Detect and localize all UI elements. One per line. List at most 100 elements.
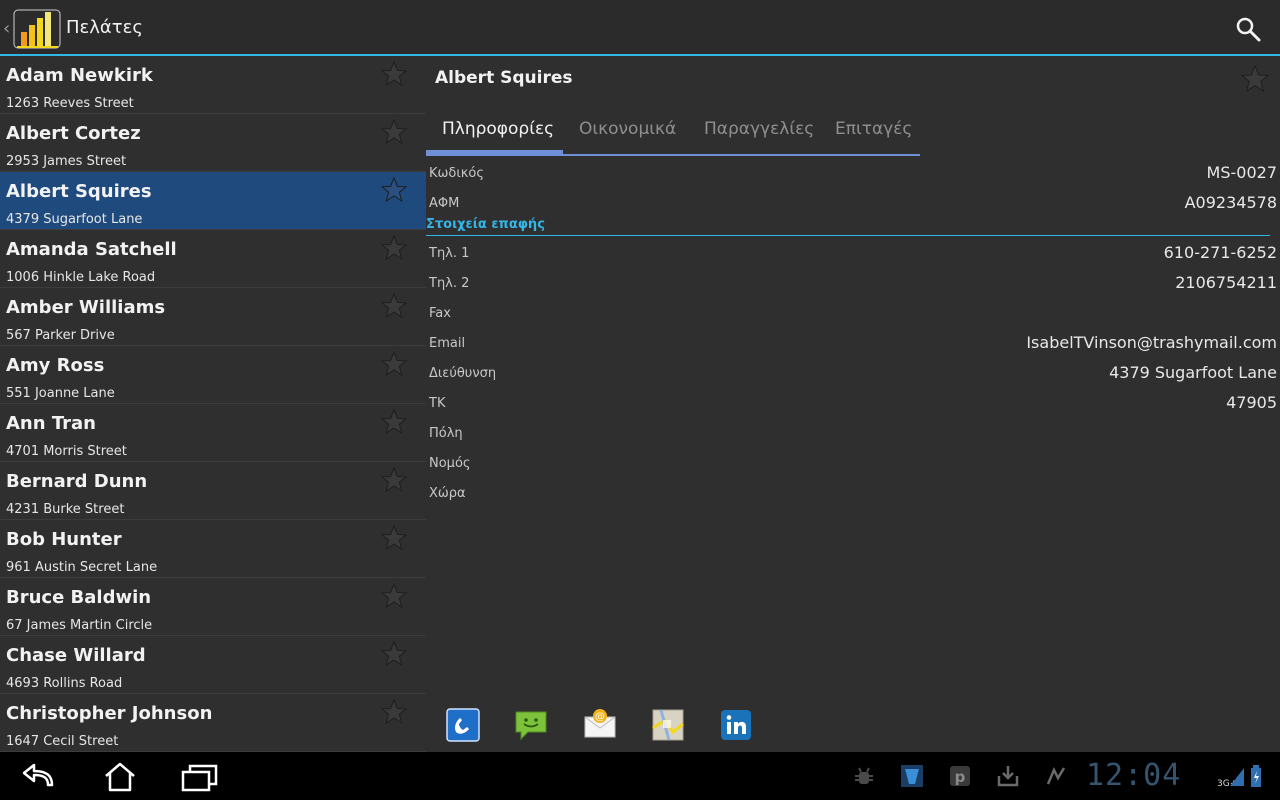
list-item-address: 4701 Morris Street <box>6 444 127 459</box>
customer-list[interactable]: Adam Newkirk 1263 Reeves Street Albert Cor… <box>0 56 426 752</box>
list-item[interactable]: Adam Newkirk 1263 Reeves Street <box>0 56 426 114</box>
field-fax: Fax <box>429 302 1277 326</box>
list-item-address: 2953 James Street <box>6 154 127 169</box>
usb-debugging-icon <box>855 767 873 784</box>
field-vat-label: ΑΦΜ <box>429 196 460 211</box>
favorite-star-icon[interactable] <box>380 582 408 610</box>
field-phone-1: Τηλ. 1 610-271-6252 <box>429 242 1277 266</box>
status-clock[interactable]: 12:04 <box>1086 758 1181 793</box>
download-icon <box>997 766 1019 787</box>
back-nav-icon[interactable] <box>20 761 60 793</box>
list-item[interactable]: Amber Williams 567 Parker Drive <box>0 288 426 346</box>
field-vat-value: A09234578 <box>1184 193 1277 212</box>
list-item-name: Christopher Johnson <box>6 703 213 724</box>
favorite-star-icon[interactable] <box>380 524 408 552</box>
phone-icon[interactable] <box>446 708 480 742</box>
field-city-label: Πόλη <box>429 426 463 441</box>
field-address: Διεύθυνση 4379 Sugarfoot Lane <box>429 362 1277 386</box>
music-icon <box>1046 767 1066 785</box>
list-item-name: Bruce Baldwin <box>6 587 152 608</box>
favorite-star-icon[interactable] <box>1240 64 1270 94</box>
p-notification-icon: p <box>950 766 970 786</box>
field-phone-2-label: Τηλ. 2 <box>429 276 470 291</box>
field-postal-code-value: 47905 <box>1226 393 1277 412</box>
field-email-label: Email <box>429 336 466 351</box>
field-phone-2: Τηλ. 2 2106754211 <box>429 272 1277 296</box>
favorite-star-icon[interactable] <box>380 350 408 378</box>
field-address-value[interactable]: 4379 Sugarfoot Lane <box>1109 363 1277 382</box>
email-icon[interactable]: @ <box>583 708 617 742</box>
field-country: Χώρα <box>429 482 1277 506</box>
list-item-address: 551 Joanne Lane <box>6 386 115 401</box>
detail-customer-name: Albert Squires <box>435 68 573 88</box>
tab-orders[interactable]: Παραγγελίες <box>704 119 814 139</box>
field-address-label: Διεύθυνση <box>429 366 497 381</box>
list-item-name: Amber Williams <box>6 297 166 318</box>
list-item[interactable]: Bernard Dunn 4231 Burke Street <box>0 462 426 520</box>
field-prefecture: Νομός <box>429 452 1277 476</box>
system-navigation-bar: p 12:04 3G+ <box>0 752 1280 800</box>
battery-icon <box>1251 765 1261 787</box>
list-item-address: 1263 Reeves Street <box>6 96 134 111</box>
favorite-star-icon[interactable] <box>380 408 408 436</box>
field-email-value[interactable]: IsabelTVinson@trashymail.com <box>1026 333 1277 352</box>
back-caret-icon[interactable]: ‹ <box>3 18 10 39</box>
list-item[interactable]: Albert Squires 4379 Sugarfoot Lane <box>0 172 426 230</box>
favorite-star-icon[interactable] <box>380 60 408 88</box>
svg-text:@: @ <box>595 712 605 723</box>
list-item[interactable]: Chase Willard 4693 Rollins Road <box>0 636 426 694</box>
list-item-address: 1647 Cecil Street <box>6 734 119 749</box>
list-item-address: 67 James Martin Circle <box>6 618 153 633</box>
tab-financial[interactable]: Οικονομικά <box>579 119 676 139</box>
field-code-label: Κωδικός <box>429 166 485 181</box>
list-item[interactable]: Bruce Baldwin 67 James Martin Circle <box>0 578 426 636</box>
field-city: Πόλη <box>429 422 1277 446</box>
linkedin-icon[interactable] <box>719 708 753 742</box>
favorite-star-icon[interactable] <box>380 292 408 320</box>
list-item[interactable]: Bob Hunter 961 Austin Secret Lane <box>0 520 426 578</box>
list-item[interactable]: Ann Tran 4701 Morris Street <box>0 404 426 462</box>
favorite-star-icon[interactable] <box>380 698 408 726</box>
list-item-name: Adam Newkirk <box>6 65 153 86</box>
maps-icon[interactable] <box>651 708 685 742</box>
contact-section-header: Στοιχεία επαφής <box>426 216 1270 236</box>
recent-apps-nav-icon[interactable] <box>180 761 220 793</box>
contact-section-title: Στοιχεία επαφής <box>426 217 545 232</box>
app-notification-icon <box>901 765 923 787</box>
search-icon[interactable] <box>1234 15 1262 43</box>
field-phone-1-value[interactable]: 610-271-6252 <box>1164 243 1277 262</box>
list-item-name: Amanda Satchell <box>6 239 177 260</box>
favorite-star-icon[interactable] <box>380 234 408 262</box>
signal-strength-icon <box>1230 768 1244 786</box>
field-postal-code-label: ΤΚ <box>429 396 446 411</box>
list-item-name: Albert Cortez <box>6 123 141 144</box>
svg-text:p: p <box>955 768 966 786</box>
list-item-address: 4693 Rollins Road <box>6 676 123 691</box>
field-phone-2-value[interactable]: 2106754211 <box>1175 273 1277 292</box>
field-country-label: Χώρα <box>429 486 466 501</box>
list-item-name: Chase Willard <box>6 645 146 666</box>
list-item[interactable]: Amy Ross 551 Joanne Lane <box>0 346 426 404</box>
favorite-star-icon[interactable] <box>380 176 408 204</box>
list-item-name: Bernard Dunn <box>6 471 148 492</box>
app-logo-icon[interactable] <box>12 8 62 50</box>
customer-detail-panel: Albert Squires Πληροφορίες Οικονομικά Πα… <box>426 56 1280 752</box>
list-item[interactable]: Christopher Johnson 1647 Cecil Street <box>0 694 426 752</box>
home-nav-icon[interactable] <box>100 761 140 793</box>
favorite-star-icon[interactable] <box>380 118 408 146</box>
list-item-name: Amy Ross <box>6 355 105 376</box>
active-tab-indicator <box>426 150 563 154</box>
field-vat: ΑΦΜ A09234578 <box>429 192 1277 216</box>
field-prefecture-label: Νομός <box>429 456 471 471</box>
tab-info[interactable]: Πληροφορίες <box>442 119 554 139</box>
field-email: Email IsabelTVinson@trashymail.com <box>429 332 1277 356</box>
action-bar: ‹ Πελάτες <box>0 0 1280 56</box>
list-item[interactable]: Amanda Satchell 1006 Hinkle Lake Road <box>0 230 426 288</box>
field-phone-1-label: Τηλ. 1 <box>429 246 470 261</box>
list-item[interactable]: Albert Cortez 2953 James Street <box>0 114 426 172</box>
tab-checks[interactable]: Επιταγές <box>835 119 912 139</box>
favorite-star-icon[interactable] <box>380 466 408 494</box>
field-fax-label: Fax <box>429 306 451 321</box>
favorite-star-icon[interactable] <box>380 640 408 668</box>
sms-icon[interactable] <box>514 708 548 742</box>
